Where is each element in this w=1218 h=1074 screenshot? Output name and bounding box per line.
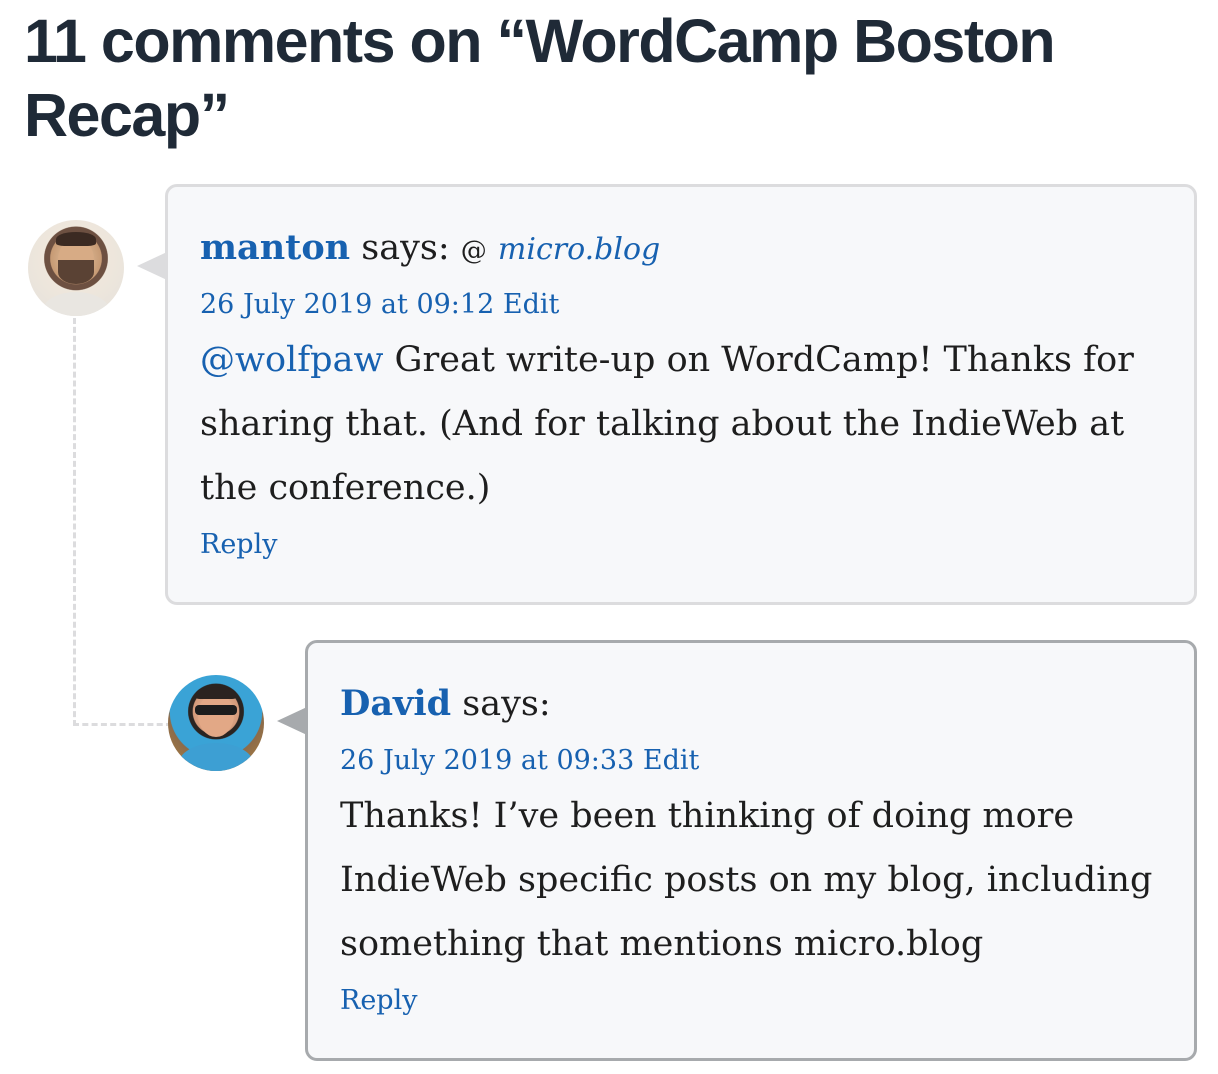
comment-text: Great write-up on WordCamp! Thanks for <box>383 340 1134 380</box>
comment-body: Thanks! I’ve been thinking of doing more… <box>340 784 1180 976</box>
comment-date-link[interactable]: 26 July 2019 at 09:33 <box>340 745 634 776</box>
comment-date-row: 26 July 2019 at 09:33 Edit <box>340 744 699 778</box>
comments-heading-line1: 11 comments on “WordCamp Boston <box>24 7 1056 75</box>
comments-heading: 11 comments on “WordCamp Boston Recap” <box>24 4 1204 152</box>
thread-connector <box>73 318 172 726</box>
says-label: says: <box>361 228 450 268</box>
edit-link[interactable]: Edit <box>643 745 699 776</box>
comment-pointer <box>277 707 307 735</box>
reply-link[interactable]: Reply <box>340 984 417 1018</box>
comment-text-line: sharing that. (And for talking about the… <box>200 404 1125 444</box>
reply-link[interactable]: Reply <box>200 528 277 562</box>
comment-meta: manton says: @ micro.blog <box>200 226 660 273</box>
at-symbol: @ <box>460 236 487 266</box>
source-site-link[interactable]: micro.blog <box>498 232 660 267</box>
comment-pointer <box>137 252 167 280</box>
comments-heading-line2: Recap” <box>24 81 230 149</box>
comment-body: @wolfpaw Great write-up on WordCamp! Tha… <box>200 328 1160 520</box>
comment-date-link[interactable]: 26 July 2019 at 09:12 <box>200 289 494 320</box>
avatar-david[interactable] <box>168 675 264 771</box>
comment-text-line: something that mentions micro.blog <box>340 924 984 964</box>
avatar-manton[interactable] <box>28 220 124 316</box>
says-label: says: <box>462 684 551 724</box>
comment-text-line: the conference.) <box>200 468 491 508</box>
comment-text-line: @wolfpaw Great write-up on WordCamp! Tha… <box>200 328 1160 392</box>
comment-date-row: 26 July 2019 at 09:12 Edit <box>200 288 559 322</box>
comment-text-line: IndieWeb specific posts on my blog, incl… <box>340 860 1153 900</box>
comment-meta: David says: <box>340 682 551 726</box>
comment-author-link[interactable]: manton <box>200 227 350 268</box>
edit-link[interactable]: Edit <box>503 289 559 320</box>
comment-author-link[interactable]: David <box>340 683 451 724</box>
mention-link[interactable]: @wolfpaw <box>200 340 383 380</box>
comment-text-line: Thanks! I’ve been thinking of doing more <box>340 796 1075 836</box>
